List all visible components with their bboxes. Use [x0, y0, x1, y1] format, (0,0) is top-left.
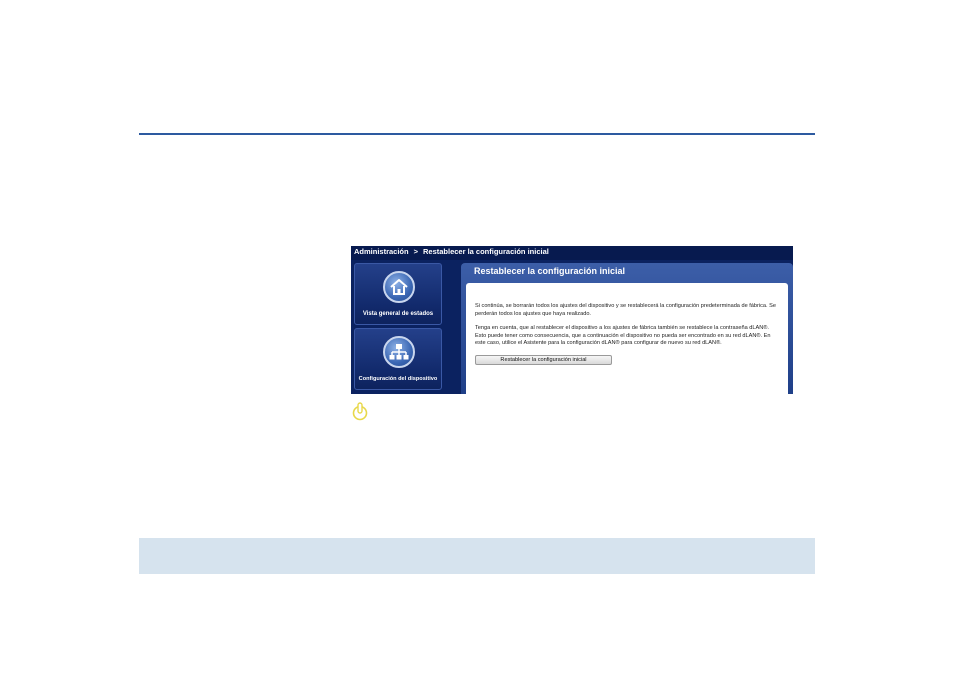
header-rule — [139, 133, 815, 135]
password-note-paragraph: Tenga en cuenta, que al restablecer el d… — [475, 325, 771, 347]
footer-band — [139, 538, 815, 574]
breadcrumb-current: Restablecer la configuración inicial — [422, 247, 549, 256]
panel-body: Si continúa, se borrarán todos los ajust… — [466, 283, 788, 394]
breadcrumb-separator: > — [413, 247, 418, 256]
tile-status-overview[interactable]: Vista general de estados — [354, 263, 442, 325]
reset-factory-settings-button[interactable]: Restablecer la configuración inicial — [475, 354, 612, 365]
finger-press-icon — [352, 402, 368, 421]
tile-device-configuration[interactable]: Configuración del dispositivo — [354, 328, 442, 390]
network-icon — [383, 336, 415, 368]
device-web-ui-screenshot: Administración > Restablecer la configurac… — [351, 246, 793, 394]
breadcrumb-section[interactable]: Administración — [354, 247, 409, 256]
warning-paragraph: Si continúa, se borrarán todos los ajust… — [475, 303, 776, 317]
reset-panel: Restablecer la configuración inicial Si … — [461, 263, 793, 394]
home-icon — [383, 271, 415, 303]
tile-label: Vista general de estados — [362, 311, 434, 317]
breadcrumb: Administración > Restablecer la configurac… — [351, 246, 793, 260]
panel-title: Restablecer la configuración inicial — [474, 266, 626, 276]
tile-label: Configuración del dispositivo — [358, 376, 438, 382]
